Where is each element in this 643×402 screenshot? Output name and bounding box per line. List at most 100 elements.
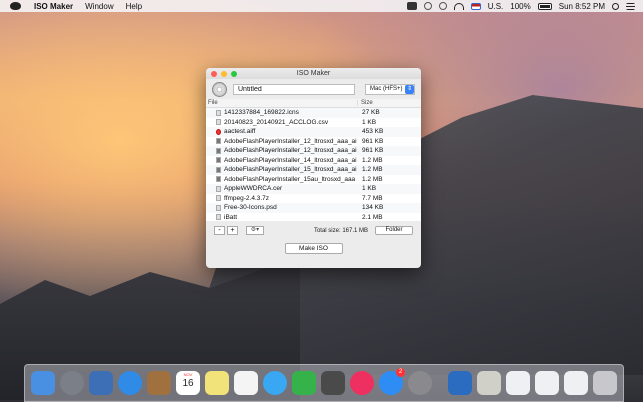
- menu-help[interactable]: Help: [126, 2, 142, 11]
- file-name: AdobeFlashPlayerInstaller_14_ltrosxd_aaa…: [224, 156, 357, 164]
- spotlight-icon[interactable]: [612, 2, 619, 10]
- dock-photo-booth-icon[interactable]: [321, 371, 345, 395]
- chevron-updown-icon: ⇕: [405, 84, 414, 94]
- table-row[interactable]: AdobeFlashPlayerInstaller_14_ltrosxd_aaa…: [206, 156, 421, 166]
- file-size-cell: 453 KB: [362, 128, 384, 136]
- bluetooth-icon[interactable]: [438, 2, 447, 10]
- time-machine-icon[interactable]: [423, 2, 432, 10]
- battery-percent[interactable]: 100%: [510, 2, 530, 11]
- notification-center-icon[interactable]: [626, 2, 635, 10]
- app-store-badge: 2: [396, 368, 405, 377]
- table-row[interactable]: 20140823_20140921_ACCLOG.csv 1 KB: [206, 118, 421, 128]
- file-name-cell: 20140823_20140921_ACCLOG.csv: [206, 119, 358, 126]
- dock-folder-1-icon[interactable]: [506, 371, 530, 395]
- total-size-label: Total size: 167.1 MB: [313, 227, 368, 234]
- table-row[interactable]: AdobeFlashPlayerInstaller_12_ltrosxd_aaa…: [206, 137, 421, 147]
- table-row[interactable]: AdobeFlashPlayerInstaller_15au_ltrosxd_a…: [206, 175, 421, 185]
- dock-safari-icon[interactable]: [118, 371, 142, 395]
- wifi-icon[interactable]: [453, 2, 464, 10]
- dock-app-store-icon[interactable]: 2: [379, 368, 405, 395]
- flag-icon[interactable]: [470, 2, 481, 10]
- dock-folder-3-icon[interactable]: [564, 371, 588, 395]
- table-row[interactable]: 1412337884_169822.icns 27 KB: [206, 108, 421, 118]
- file-name: Free-30-Icons.psd: [224, 204, 277, 212]
- file-name: AdobeFlashPlayerInstaller_12_ltrosxd_aaa…: [224, 137, 357, 145]
- dock-contacts-icon[interactable]: [147, 371, 171, 395]
- dock-trash-icon[interactable]: [593, 371, 617, 395]
- file-name-cell: AdobeFlashPlayerInstaller_12_ltrosxd_aaa…: [206, 147, 358, 154]
- file-size-cell: 961 KB: [362, 147, 384, 155]
- dock-facetime-icon[interactable]: [292, 371, 316, 395]
- file-name-cell: iBatt: [206, 214, 358, 221]
- battery-icon[interactable]: [537, 2, 552, 10]
- locked-file-icon: [216, 176, 221, 183]
- file-name-cell: AdobeFlashPlayerInstaller_14_ltrosxd_aaa…: [206, 157, 358, 164]
- file-name: AdobeFlashPlayerInstaller_15_ltrosxd_aaa…: [224, 166, 357, 174]
- dock: 16 NOV 2: [24, 364, 624, 402]
- file-icon: [216, 119, 221, 126]
- calendar-month: NOV: [183, 372, 193, 377]
- remove-file-button[interactable]: -: [214, 226, 225, 235]
- locked-file-icon: [216, 157, 221, 164]
- calendar-day: 16: [182, 378, 194, 389]
- file-name: 20140823_20140921_ACCLOG.csv: [224, 118, 329, 126]
- file-name-cell: AppleWWDRCA.cer: [206, 185, 358, 192]
- file-name-cell: Free-30-Icons.psd: [206, 204, 358, 211]
- input-source-label[interactable]: U.S.: [488, 2, 504, 11]
- file-name: aactest.aiff: [224, 128, 256, 136]
- dock-folder-2-icon[interactable]: [535, 371, 559, 395]
- bottom-bar: - + ⚙▾ Total size: 167.1 MB Folder: [206, 221, 421, 240]
- dock-file-merge-icon[interactable]: [477, 371, 501, 395]
- dock-preview-icon[interactable]: [89, 371, 113, 395]
- format-select-value: Mac (HFS+): [370, 86, 403, 92]
- disc-icon: [212, 81, 227, 97]
- table-row[interactable]: Free-30-Icons.psd 134 KB: [206, 203, 421, 213]
- file-table[interactable]: File Size 1412337884_169822.icns 27 KB 201…: [206, 99, 421, 221]
- menu-window[interactable]: Window: [85, 2, 113, 11]
- dock-launchpad-icon[interactable]: [60, 371, 84, 395]
- file-icon: [216, 185, 221, 192]
- file-size-cell: 7.7 MB: [362, 194, 383, 202]
- gear-menu-button[interactable]: ⚙▾: [246, 226, 264, 235]
- dock-system-preferences-icon[interactable]: [408, 371, 432, 395]
- table-row[interactable]: aactest.aiff 453 KB: [206, 127, 421, 137]
- menu-extras: U.S. 100% Sun 8:52 PM: [406, 2, 643, 11]
- locked-file-icon: [216, 147, 221, 154]
- column-header-file[interactable]: File: [206, 100, 358, 106]
- file-icon: [216, 214, 221, 221]
- file-icon: [216, 109, 221, 116]
- file-name-cell: aactest.aiff: [206, 128, 358, 135]
- clock[interactable]: Sun 8:52 PM: [559, 2, 605, 11]
- file-size-cell: 961 KB: [362, 137, 384, 145]
- dock-reminders-icon[interactable]: [234, 371, 258, 395]
- title-bar[interactable]: ISO Maker: [206, 68, 421, 79]
- file-name-cell: ffmpeg-2.4.3.7z: [206, 195, 358, 202]
- dock-finder-icon[interactable]: [31, 371, 55, 395]
- dock-messages-icon[interactable]: [263, 371, 287, 395]
- display-icon[interactable]: [406, 2, 417, 10]
- file-name: AppleWWDRCA.cer: [224, 185, 283, 193]
- file-size-cell: 2.1 MB: [362, 213, 383, 221]
- locked-file-icon: [216, 138, 221, 145]
- apple-icon[interactable]: [10, 2, 21, 10]
- add-file-button[interactable]: +: [227, 226, 238, 235]
- folder-button[interactable]: Folder: [375, 226, 413, 235]
- dock-xcode-icon[interactable]: [448, 371, 472, 395]
- table-row[interactable]: AppleWWDRCA.cer 1 KB: [206, 184, 421, 194]
- make-iso-button[interactable]: Make ISO: [284, 243, 343, 254]
- file-size-cell: 1.2 MB: [362, 175, 383, 183]
- table-row[interactable]: iBatt 2.1 MB: [206, 213, 421, 222]
- volume-name-input[interactable]: [233, 83, 355, 95]
- dock-itunes-icon[interactable]: [350, 371, 374, 395]
- table-row[interactable]: AdobeFlashPlayerInstaller_15_ltrosxd_aaa…: [206, 165, 421, 175]
- format-select[interactable]: Mac (HFS+) ⇕: [365, 83, 415, 95]
- file-name: AdobeFlashPlayerInstaller_12_ltrosxd_aaa…: [224, 147, 357, 155]
- dock-notes-icon[interactable]: [205, 371, 229, 395]
- column-header-size[interactable]: Size: [358, 100, 373, 106]
- dock-calendar-icon[interactable]: 16 NOV: [176, 371, 200, 395]
- table-row[interactable]: ffmpeg-2.4.3.7z 7.7 MB: [206, 194, 421, 204]
- menu-app-name[interactable]: ISO Maker: [34, 2, 73, 11]
- table-row[interactable]: AdobeFlashPlayerInstaller_12_ltrosxd_aaa…: [206, 146, 421, 156]
- toolbar: Mac (HFS+) ⇕: [206, 79, 421, 99]
- file-size-cell: 134 KB: [362, 204, 384, 212]
